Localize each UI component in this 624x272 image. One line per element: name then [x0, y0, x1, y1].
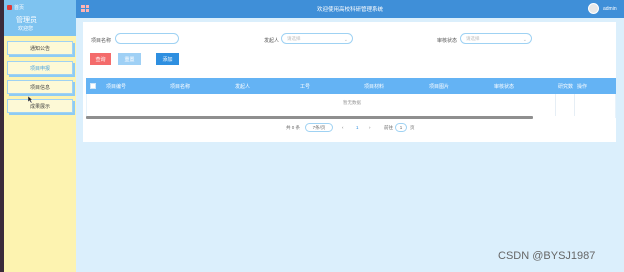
project-name-input[interactable] [115, 33, 179, 44]
sidebar-item-project-apply[interactable]: 项目申报 [7, 61, 73, 75]
sidebar-item-project-info[interactable]: 项目信息 [7, 80, 73, 94]
goto-page-input[interactable]: 1 [395, 123, 407, 132]
watermark: CSDN @BYSJ1987 [498, 250, 596, 262]
column-header: 操作 [577, 84, 588, 90]
column-header: 发起人 [235, 84, 251, 90]
column-header: 项目编号 [106, 84, 127, 90]
column-header: 项目材料 [364, 84, 385, 90]
page-suffix: 页 [410, 125, 415, 130]
mouse-cursor-icon [28, 96, 33, 103]
column-header: 项目图片 [429, 84, 450, 90]
total-count: 共 0 条 [286, 125, 301, 130]
audit-status-select[interactable]: 请选择 ⌄ [460, 33, 532, 44]
sidebar-item-label: 项目信息 [29, 84, 50, 91]
initiator-select[interactable]: 请选择 ⌄ [281, 33, 353, 44]
sidebar-header: 首页 管理员 欢迎您 [4, 0, 76, 36]
user-name[interactable]: admin [603, 6, 617, 12]
column-header: 工号 [300, 84, 311, 90]
sidebar-item-label: 通知公告 [29, 45, 50, 52]
home-label: 首页 [14, 5, 25, 11]
add-button[interactable]: 添加 [156, 53, 179, 65]
horizontal-scrollbar[interactable] [86, 116, 533, 119]
page-number[interactable]: 1 [356, 125, 359, 130]
column-header: 研究数 [558, 84, 574, 90]
top-bar: 欢迎使用高校科研管理系统 admin [76, 0, 624, 18]
sidebar-item-notice[interactable]: 通知公告 [7, 41, 73, 55]
column-header: 审核状态 [494, 84, 515, 90]
home-link[interactable]: 首页 [7, 4, 24, 11]
sidebar-item-label: 项目申报 [29, 65, 50, 72]
column-header: 项目名称 [170, 84, 191, 90]
search-button[interactable]: 查询 [90, 53, 111, 65]
empty-data-text: 暂无数据 [343, 100, 361, 105]
reset-button[interactable]: 重置 [118, 53, 141, 65]
sidebar-welcome: 欢迎您 [18, 26, 34, 32]
sidebar-role-title: 管理员 [16, 17, 37, 24]
user-avatar[interactable] [588, 3, 599, 14]
initiator-placeholder: 请选择 [287, 36, 301, 41]
main-panel: 项目名称 发起人 请选择 ⌄ 审核状态 请选择 ⌄ 查询 重置 添加 项目编号 … [83, 22, 616, 142]
table-header: 项目编号 项目名称 发起人 工号 项目材料 项目图片 审核状态 研究数 操作 [86, 78, 616, 94]
page-size-select[interactable]: 7条/页 [305, 123, 333, 132]
sidebar-item-results[interactable]: 成果展示 [7, 99, 73, 113]
next-page-icon[interactable]: › [369, 125, 371, 130]
chevron-down-icon: ⌄ [522, 37, 527, 43]
goto-label: 前往 [384, 125, 393, 130]
initiator-label: 发起人 [264, 38, 280, 44]
select-all-checkbox[interactable] [90, 83, 96, 89]
audit-status-placeholder: 请选择 [466, 36, 480, 41]
sidebar-item-label: 成果展示 [29, 103, 50, 110]
chevron-down-icon: ⌄ [343, 37, 348, 43]
system-title: 欢迎使用高校科研管理系统 [316, 7, 383, 13]
project-name-label: 项目名称 [91, 38, 112, 44]
table-body: 暂无数据 [86, 94, 616, 118]
home-icon [7, 5, 12, 10]
audit-status-label: 审核状态 [437, 38, 458, 44]
sidebar: 首页 管理员 欢迎您 通知公告 项目申报 项目信息 成果展示 [4, 0, 76, 272]
prev-page-icon[interactable]: ‹ [342, 125, 344, 130]
